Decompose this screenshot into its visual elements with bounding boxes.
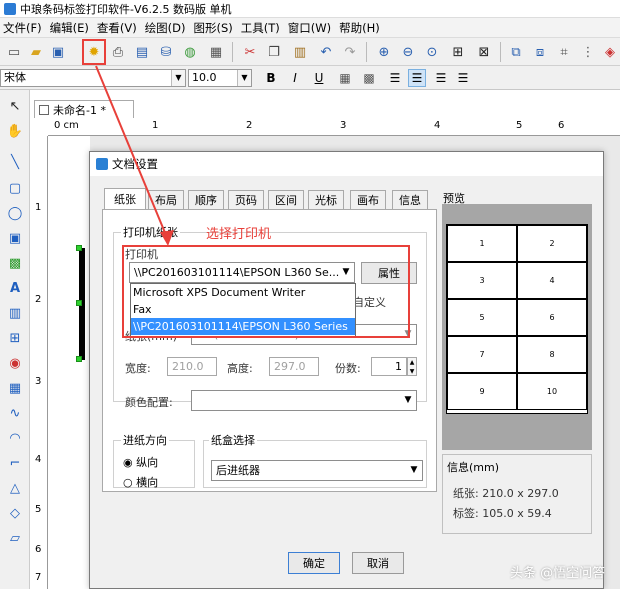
- watermark-text: 头条 @悟空问答: [510, 566, 606, 581]
- annotation-arrow: [95, 65, 174, 246]
